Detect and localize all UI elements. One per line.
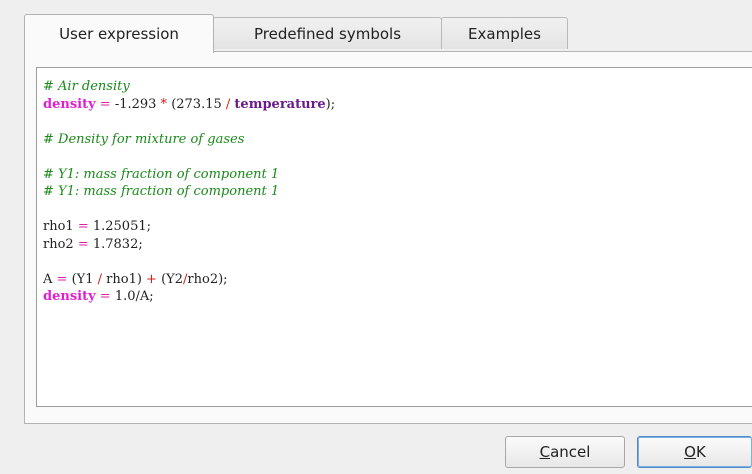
code-text: rho1 [43,219,74,234]
cancel-button[interactable]: Cancel [505,436,625,468]
code-line: density = 1.0/A; [43,288,752,306]
expression-editor[interactable]: # Air density density = -1.293 * (273.15… [36,67,752,407]
code-comment: # Air density [43,79,130,94]
code-operator: * [156,96,172,112]
code-line: rho2 = 1.7832; [43,236,752,254]
code-text: rho1) [106,271,142,287]
code-number: 1.0/A; [114,289,154,304]
code-keyword: density [43,289,96,304]
code-line: # Density for mixture of gases [43,131,752,149]
ok-label-rest: K [695,443,706,461]
code-comment: # Density for mixture of gases [43,131,245,147]
cancel-label-rest: ancel [550,443,591,461]
code-line: density = -1.293 * (273.15 / temperature… [43,96,752,114]
code-operator: = [73,219,93,234]
code-number: 273.15 [176,96,222,112]
tab-predefined-symbols[interactable]: Predefined symbols [213,17,442,49]
code-comment: # Y1: mass fraction of component 1 [43,166,280,182]
code-number: 1.25051; [92,219,151,234]
code-text: rho2); [187,271,228,287]
code-text: rho2 [43,236,74,252]
code-operator: = [95,289,115,304]
code-operator: / [221,96,235,112]
code-operator: + [141,271,162,287]
code-text: (Y1 [71,271,94,287]
code-text: ); [325,96,336,112]
tab-user-expression[interactable]: User expression [24,14,214,53]
code-number: 1.7832; [92,236,143,252]
code-line: rho1 = 1.25051; [43,218,752,236]
code-operator: / [93,271,107,287]
code-line: # Y1: mass fraction of component 1 [43,183,752,201]
code-operator: = [52,271,72,287]
cancel-mnemonic: C [539,443,551,461]
code-operator: = [73,236,93,252]
code-line: # Y1: mass fraction of component 1 [43,166,752,184]
code-comment: # Y1: mass fraction of component 1 [43,184,280,199]
code-line: # Air density [43,78,752,96]
tab-panel: # Air density density = -1.293 * (273.15… [24,51,752,424]
code-number: -1.293 [114,96,157,112]
code-operator: = [95,96,115,112]
code-keyword: density [43,96,96,112]
code-variable: temperature [234,96,326,112]
ok-button[interactable]: OK [637,436,752,468]
code-line: A = (Y1 / rho1) + (Y2/rho2); [43,271,752,289]
tab-examples[interactable]: Examples [441,17,568,49]
code-text: (Y2 [161,271,184,287]
code-text: A [43,271,53,287]
ok-mnemonic: O [684,443,696,461]
